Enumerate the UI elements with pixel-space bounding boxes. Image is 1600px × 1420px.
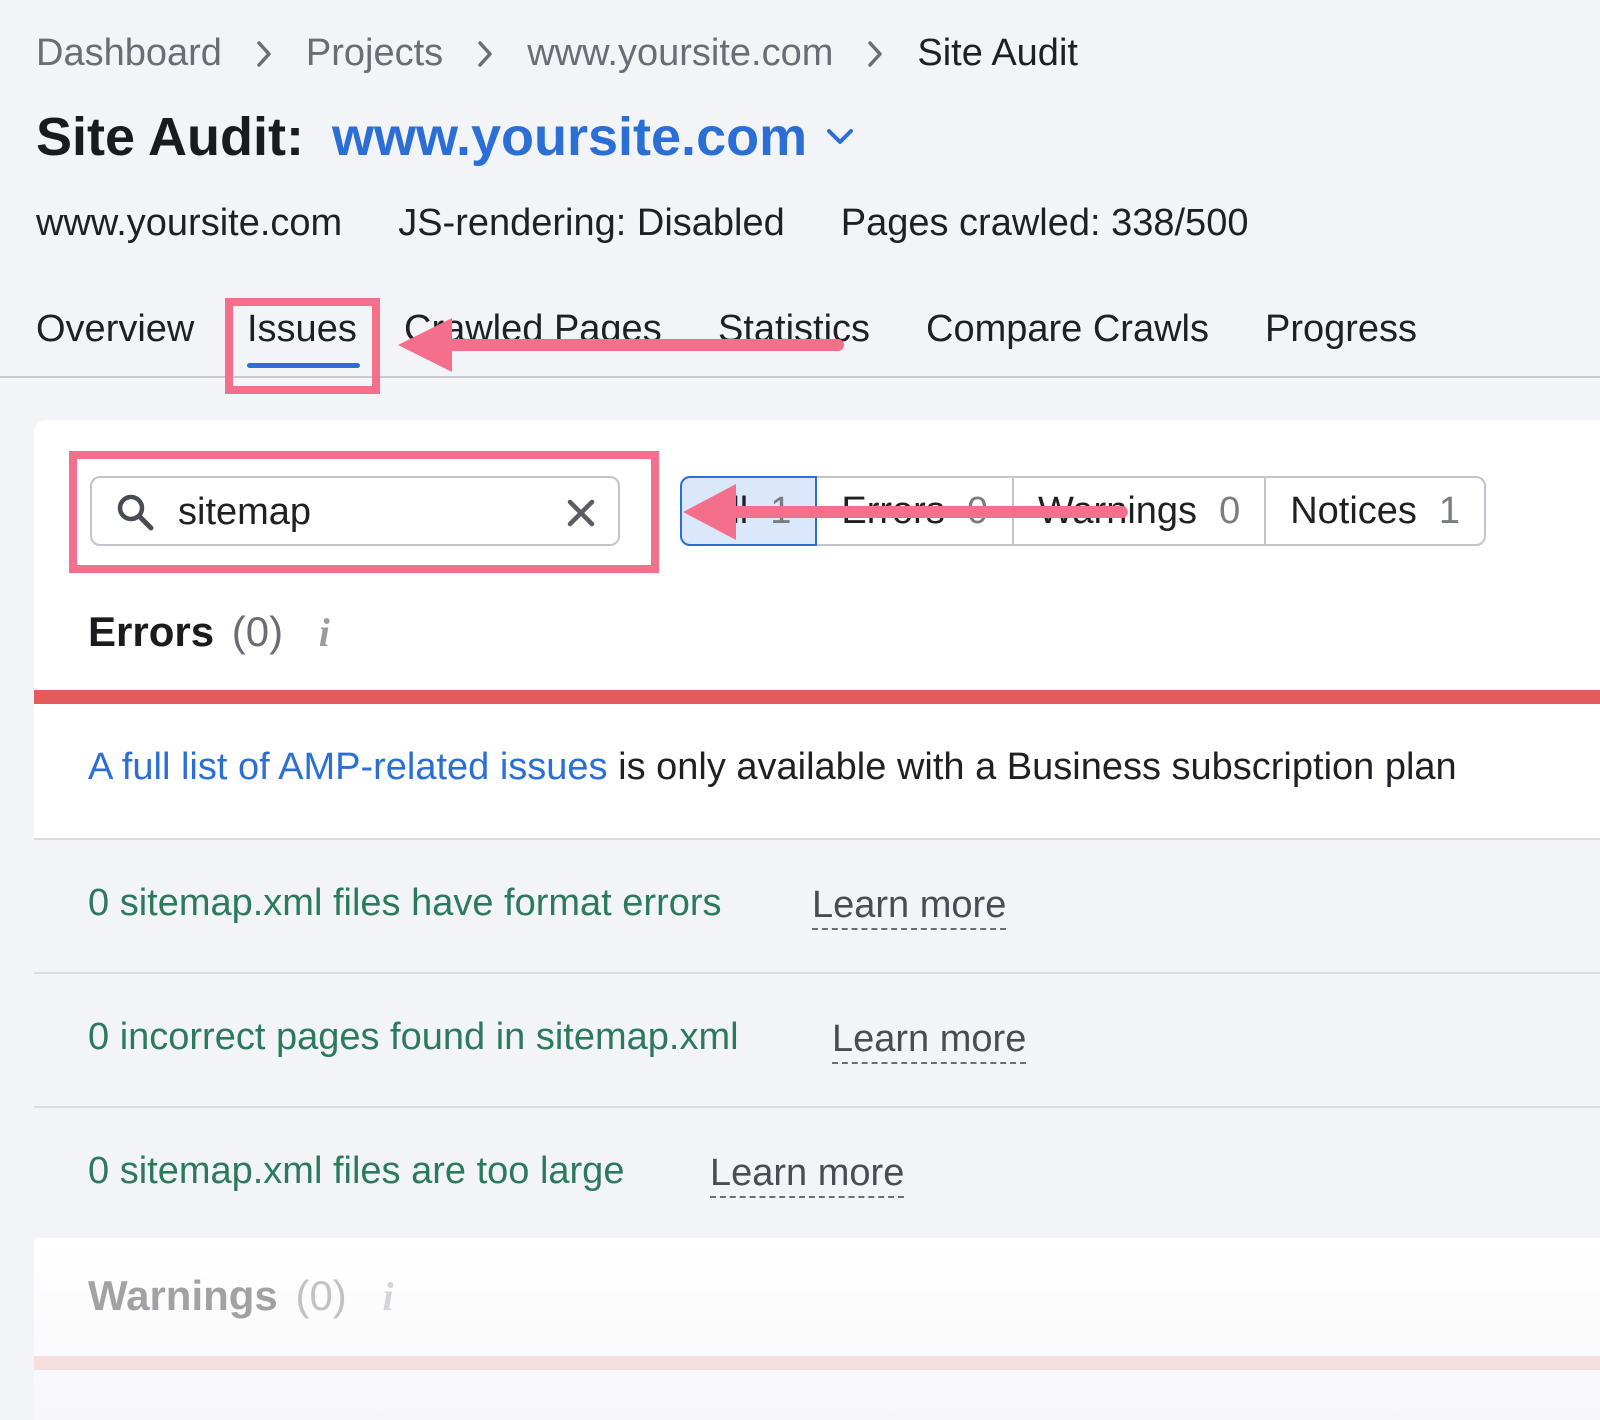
issue-link[interactable]: 0 sitemap.xml files have format errors: [88, 882, 722, 925]
warnings-section-title: Warnings: [88, 1272, 278, 1319]
chevron-right-icon: [443, 40, 527, 68]
meta-pages-crawled: Pages crawled: 338/500: [840, 202, 1249, 244]
meta-site: www.yoursite.com: [36, 202, 343, 244]
tab-overview[interactable]: Overview: [36, 308, 194, 351]
chevron-down-icon[interactable]: [825, 127, 855, 147]
info-icon[interactable]: i: [319, 609, 330, 656]
breadcrumb: Dashboard Projects www.yoursite.com Site…: [36, 32, 1078, 75]
subscription-notice-text: A full list of AMP-related issues is onl…: [88, 746, 1457, 789]
project-domain-dropdown[interactable]: www.yoursite.com: [332, 106, 807, 168]
issue-link[interactable]: 0 incorrect pages found in sitemap.xml: [88, 1016, 739, 1059]
filter-count: 1: [770, 489, 792, 532]
filter-warnings[interactable]: Warnings 0: [1014, 478, 1267, 544]
filter-notices[interactable]: Notices 1: [1266, 478, 1484, 544]
filter-count: 0: [966, 489, 988, 532]
subscription-notice-message: is only available with a Business subscr…: [607, 746, 1457, 788]
search-icon: [114, 491, 158, 540]
filter-all[interactable]: All 1: [680, 476, 818, 546]
tab-bar: Overview Issues Crawled Pages Statistics…: [0, 300, 1600, 378]
subscription-notice: A full list of AMP-related issues is onl…: [34, 704, 1600, 840]
filter-count: 1: [1438, 489, 1461, 532]
breadcrumb-projects[interactable]: Projects: [306, 32, 443, 75]
filter-count: 0: [1219, 489, 1241, 532]
tab-progress[interactable]: Progress: [1265, 308, 1417, 351]
issues-card: All 1 Errors 0 Warnings 0 Notices 1 Erro…: [34, 420, 1600, 1420]
breadcrumb-current: Site Audit: [917, 32, 1078, 74]
page-title: Site Audit: www.yoursite.com: [36, 106, 855, 168]
search-box: [90, 476, 620, 546]
filter-label: Warnings: [1037, 489, 1198, 532]
breadcrumb-project-domain[interactable]: www.yoursite.com: [527, 32, 833, 75]
chevron-right-icon: [222, 40, 306, 68]
breadcrumb-dashboard[interactable]: Dashboard: [36, 32, 222, 75]
warnings-section: Warnings (0) i: [34, 1238, 1600, 1420]
warnings-section-header: Warnings (0) i: [88, 1272, 394, 1320]
severity-filter: All 1 Errors 0 Warnings 0 Notices 1: [680, 476, 1487, 546]
errors-section-header: Errors (0) i: [88, 608, 330, 656]
filter-label: All: [706, 489, 749, 532]
info-icon: i: [382, 1274, 394, 1319]
tab-issues[interactable]: Issues: [247, 308, 357, 351]
amp-issues-link[interactable]: A full list of AMP-related issues: [88, 746, 608, 788]
audit-meta: www.yoursite.com JS-rendering: Disabled …: [36, 202, 1304, 245]
filter-label: Notices: [1290, 489, 1417, 532]
filter-errors[interactable]: Errors 0: [817, 478, 1014, 544]
search-input[interactable]: [178, 486, 538, 538]
page-title-prefix: Site Audit:: [36, 107, 304, 167]
tab-statistics[interactable]: Statistics: [718, 308, 870, 351]
chevron-right-icon: [833, 40, 917, 68]
issue-link[interactable]: 0 sitemap.xml files are too large: [88, 1150, 624, 1193]
filter-label: Errors: [841, 489, 945, 532]
errors-section-title: Errors: [88, 608, 215, 655]
close-icon[interactable]: [564, 496, 598, 535]
learn-more-link[interactable]: Learn more: [710, 1150, 905, 1198]
tab-crawled-pages[interactable]: Crawled Pages: [404, 308, 662, 351]
learn-more-link[interactable]: Learn more: [812, 882, 1007, 930]
tab-compare-crawls[interactable]: Compare Crawls: [926, 308, 1209, 351]
learn-more-link[interactable]: Learn more: [832, 1016, 1027, 1064]
active-tab-indicator: [247, 363, 360, 368]
issue-row: 0 sitemap.xml files are too large Learn …: [34, 1108, 1600, 1242]
meta-js-rendering: JS-rendering: Disabled: [398, 202, 785, 244]
errors-section-count: (0): [231, 608, 284, 655]
errors-severity-bar: [34, 690, 1600, 704]
warnings-severity-bar: [34, 1356, 1600, 1370]
issue-row: 0 incorrect pages found in sitemap.xml L…: [34, 974, 1600, 1108]
warnings-section-count: (0): [295, 1272, 347, 1319]
issue-row: 0 sitemap.xml files have format errors L…: [34, 840, 1600, 974]
